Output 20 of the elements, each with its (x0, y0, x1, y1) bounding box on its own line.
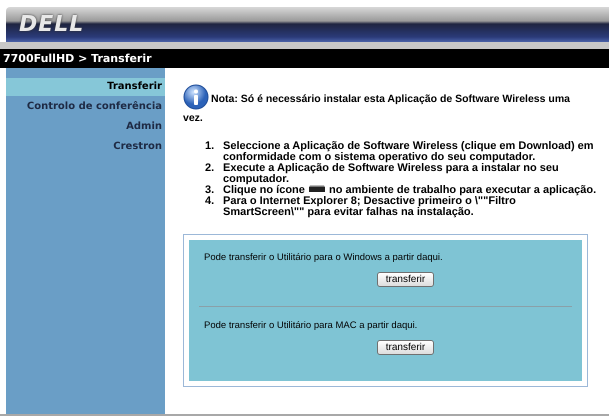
step-text: Clique no ícone no ambiente de trabalho para executar a aplicação. (223, 185, 596, 196)
step-number: 2. (205, 163, 216, 176)
step-number: 1. (205, 141, 216, 154)
breadcrumb: 7700FullHD > Transferir (0, 49, 609, 68)
info-icon (183, 84, 209, 110)
sidebar-item[interactable]: Crestron (6, 138, 165, 156)
transfer-button[interactable]: transferir (376, 272, 434, 287)
sidebar-item[interactable]: Transferir (6, 78, 165, 96)
step-text: Para o Internet Explorer 8; Desactive primeiro o \""Filtro SmartScreen\"" para evitar falhas na instalação. (223, 196, 517, 218)
download-text: Pode transferir o Utilitário para o Windows a partir daqui. (204, 252, 444, 263)
download-text: Pode transferir o Utilitário para MAC a partir daqui. (204, 320, 418, 331)
device-icon (308, 185, 326, 193)
step-text: Seleccione a Aplicação de Software Wireless (clique em Download) em conformidade com o sistema operativo do seu computador. (223, 141, 595, 163)
note-text: Nota: Só é necessário instalar esta Aplicação de Software Wireless uma vez. (183, 84, 583, 127)
step-text: Execute a Aplicação de Software Wireless para a instalar no seu computador. (223, 163, 560, 185)
sidebar-item[interactable]: Admin (6, 118, 165, 136)
transfer-button[interactable]: transferir (376, 340, 434, 355)
step-number: 4. (205, 196, 216, 209)
step-number: 3. (205, 185, 216, 196)
sidebar-item[interactable]: Controlo de conferência (6, 98, 165, 116)
